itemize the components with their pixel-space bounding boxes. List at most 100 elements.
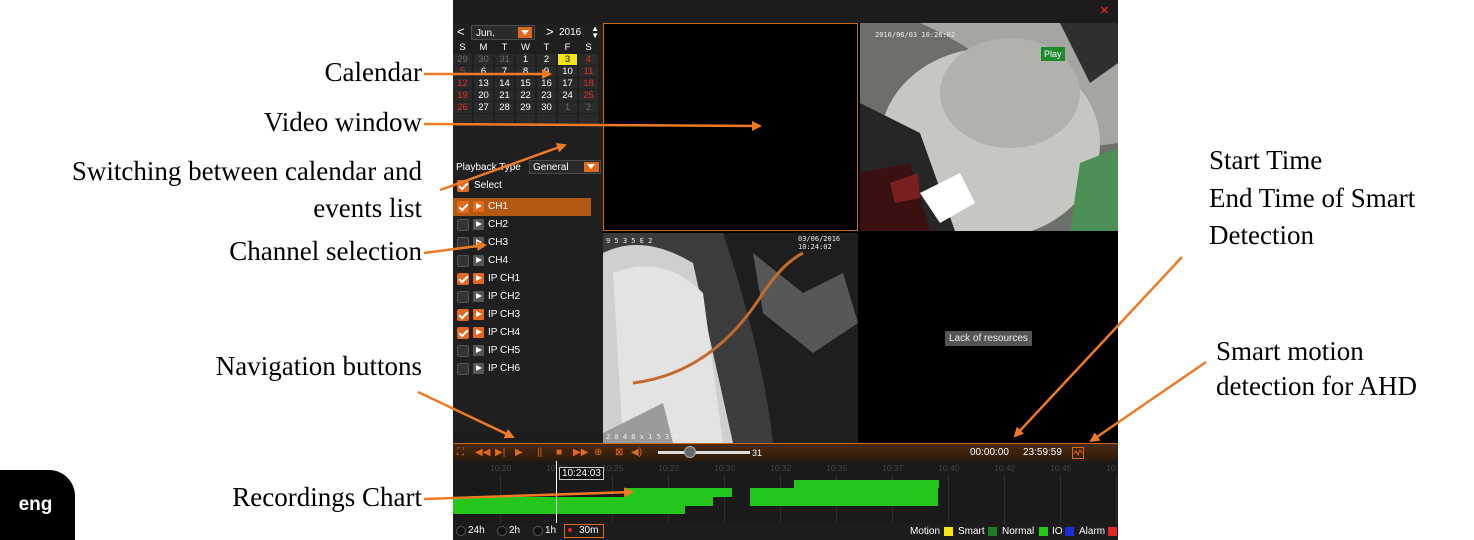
channel-checkbox[interactable] <box>457 345 469 357</box>
select-all-checkbox[interactable] <box>457 180 469 192</box>
channel-checkbox[interactable] <box>457 363 469 375</box>
calendar-day[interactable]: 11 <box>579 66 598 77</box>
calendar-day[interactable]: 13 <box>474 78 493 89</box>
calendar-day[interactable]: 6 <box>474 66 493 77</box>
playback-type-select[interactable]: General <box>529 160 601 174</box>
channel-checkbox[interactable] <box>457 201 469 213</box>
channel-checkbox[interactable] <box>457 309 469 321</box>
calendar-day[interactable]: 16 <box>537 78 556 89</box>
volume-icon[interactable]: ◀) <box>631 447 642 459</box>
channel-item[interactable]: IP CH3 <box>453 306 603 324</box>
zoom-icon[interactable]: ⊕ <box>594 447 602 459</box>
camera-2-play-button[interactable]: Play <box>1041 47 1065 61</box>
rewind-icon[interactable]: ◀◀ <box>475 447 490 459</box>
video-window-4[interactable]: Lack of resources <box>860 233 1118 443</box>
calendar-day[interactable]: 7 <box>495 66 514 77</box>
range-30m[interactable]: 30m <box>579 525 598 536</box>
channel-checkbox[interactable] <box>457 219 469 231</box>
calendar-day[interactable]: 26 <box>453 102 472 113</box>
calendar-day[interactable]: 21 <box>495 90 514 101</box>
channel-checkbox[interactable] <box>457 327 469 339</box>
channel-item[interactable]: CH4 <box>453 252 603 270</box>
play-icon[interactable] <box>473 255 484 266</box>
calendar-day[interactable]: 24 <box>558 90 577 101</box>
channel-item[interactable]: IP CH1 <box>453 270 603 288</box>
calendar-day[interactable]: 5 <box>495 114 514 125</box>
range-radio-1h[interactable] <box>533 526 543 536</box>
calendar-day[interactable]: 27 <box>474 102 493 113</box>
calendar-day[interactable]: 20 <box>474 90 493 101</box>
calendar-day[interactable]: 22 <box>516 90 535 101</box>
calendar-day[interactable]: 9 <box>579 114 598 125</box>
smart-detection-icon[interactable] <box>1072 447 1084 459</box>
video-window-3[interactable]: 9 5 3 5 E 2 03/06/2016 10:24:02 2 0 4 8 … <box>603 233 858 443</box>
chevron-down-icon[interactable] <box>584 162 599 172</box>
calendar-day[interactable]: 31 <box>495 54 514 65</box>
calendar-day[interactable]: 6 <box>516 114 535 125</box>
play-icon[interactable] <box>473 237 484 248</box>
calendar-day[interactable]: 18 <box>579 78 598 89</box>
play-icon[interactable] <box>473 291 484 302</box>
calendar-day[interactable]: 1 <box>558 102 577 113</box>
language-badge[interactable]: eng <box>0 470 75 540</box>
play-icon[interactable] <box>473 273 484 284</box>
fast-forward-icon[interactable]: ▶▶ <box>573 447 588 459</box>
channel-checkbox[interactable] <box>457 237 469 249</box>
clip-icon[interactable]: ⊠ <box>615 447 623 459</box>
volume-slider-handle[interactable] <box>684 446 697 458</box>
range-24h[interactable]: 24h <box>468 525 485 536</box>
year-spinner[interactable]: 2016 ▲ ▼ <box>559 25 599 40</box>
video-window-1[interactable] <box>603 23 858 231</box>
play-icon[interactable] <box>473 309 484 320</box>
channel-checkbox[interactable] <box>457 255 469 267</box>
chevron-down-icon[interactable] <box>518 27 532 38</box>
video-window-2[interactable]: 2016/06/03 10:26:02 Play <box>860 23 1118 231</box>
play-icon[interactable] <box>473 219 484 230</box>
calendar-day[interactable]: 7 <box>537 114 556 125</box>
calendar-day[interactable]: 17 <box>558 78 577 89</box>
calendar-day[interactable]: 9 <box>537 66 556 77</box>
channel-item[interactable]: CH2 <box>453 216 603 234</box>
calendar-day[interactable]: 28 <box>495 102 514 113</box>
range-2h[interactable]: 2h <box>509 525 520 536</box>
range-radio-24h[interactable] <box>456 526 466 536</box>
fullscreen-icon[interactable]: ⛶ <box>457 447 464 459</box>
step-back-icon[interactable]: ▶| <box>495 447 505 459</box>
calendar-day[interactable]: 8 <box>558 114 577 125</box>
channel-item[interactable]: CH3 <box>453 234 603 252</box>
calendar-day[interactable]: 30 <box>474 54 493 65</box>
calendar-day[interactable]: 4 <box>579 54 598 65</box>
calendar-day[interactable]: 25 <box>579 90 598 101</box>
prev-month-icon[interactable]: < <box>457 24 465 39</box>
spinner-arrows-icon[interactable]: ▲ ▼ <box>591 25 599 40</box>
calendar-day[interactable]: 30 <box>537 102 556 113</box>
calendar-day[interactable]: 3 <box>453 114 472 125</box>
calendar-day[interactable]: 1 <box>516 54 535 65</box>
volume-slider-track[interactable] <box>658 451 750 454</box>
channel-checkbox[interactable] <box>457 273 469 285</box>
calendar-day[interactable]: 29 <box>516 102 535 113</box>
calendar-day[interactable]: 12 <box>453 78 472 89</box>
pause-icon[interactable]: || <box>537 447 542 459</box>
channel-item[interactable]: IP CH5 <box>453 342 603 360</box>
calendar-day[interactable]: 2 <box>537 54 556 65</box>
recordings-chart[interactable]: 10:2010:2210:2510:2710:3010:3210:3510:37… <box>453 461 1118 523</box>
calendar-day[interactable]: 29 <box>453 54 472 65</box>
play-icon[interactable] <box>473 363 484 374</box>
start-time[interactable]: 00:00:00 <box>970 447 1009 458</box>
calendar-day[interactable]: 5 <box>453 66 472 77</box>
next-month-icon[interactable]: > <box>546 24 554 39</box>
range-1h[interactable]: 1h <box>545 525 556 536</box>
calendar-day[interactable]: 19 <box>453 90 472 101</box>
play-icon[interactable] <box>473 345 484 356</box>
calendar-day[interactable]: 14 <box>495 78 514 89</box>
range-radio-2h[interactable] <box>497 526 507 536</box>
channel-item[interactable]: CH1 <box>453 198 591 216</box>
calendar-day[interactable]: 8 <box>516 66 535 77</box>
stop-icon[interactable]: ■ <box>556 447 562 459</box>
channel-item[interactable]: IP CH4 <box>453 324 603 342</box>
calendar-day[interactable]: 4 <box>474 114 493 125</box>
end-time[interactable]: 23:59:59 <box>1023 447 1062 458</box>
play-icon[interactable] <box>473 327 484 338</box>
channel-item[interactable]: IP CH6 <box>453 360 603 378</box>
